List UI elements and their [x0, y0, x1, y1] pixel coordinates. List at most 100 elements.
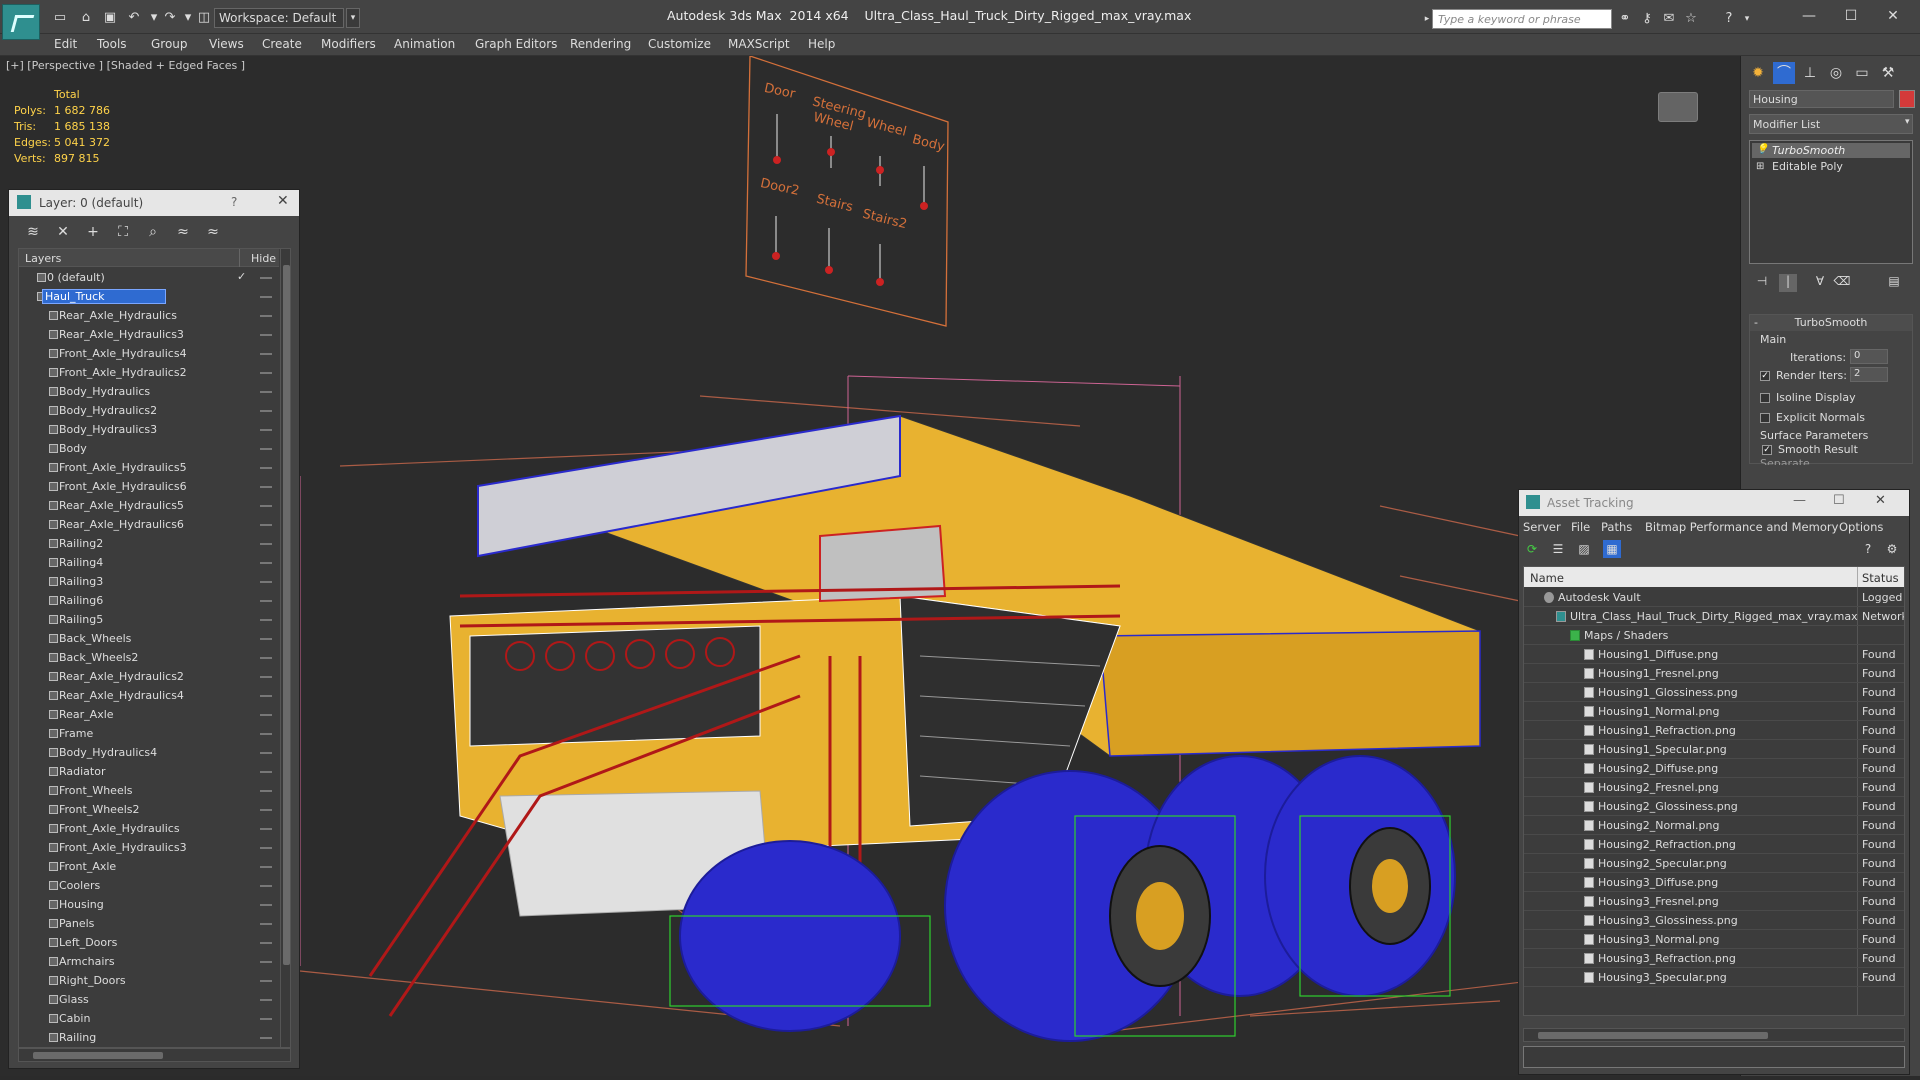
hide-toggle[interactable] — [260, 296, 272, 298]
asset-row[interactable]: Maps / Shaders — [1524, 626, 1904, 645]
menu-paths[interactable]: Paths — [1601, 520, 1632, 534]
object-color-swatch[interactable] — [1899, 90, 1915, 108]
menu-rendering[interactable]: Rendering — [570, 37, 631, 51]
menu-views[interactable]: Views — [209, 37, 244, 51]
hide-toggle[interactable] — [260, 999, 272, 1001]
hide-toggle[interactable] — [260, 581, 272, 583]
layer-row[interactable]: Front_Wheels — [19, 781, 279, 800]
layer-row[interactable]: Railing3 — [19, 572, 279, 591]
delete-layer-icon[interactable]: ✕ — [53, 222, 73, 242]
haul-truck-model[interactable] — [368, 414, 1481, 1042]
menu-tools[interactable]: Tools — [97, 37, 127, 51]
layer-row[interactable]: Front_Axle_Hydraulics6 — [19, 477, 279, 496]
hide-toggle[interactable] — [260, 847, 272, 849]
rollout-title[interactable]: - TurboSmooth — [1750, 315, 1912, 331]
hide-toggle[interactable] — [260, 391, 272, 393]
open-file-icon[interactable]: ⌂ — [76, 9, 96, 27]
layer-row[interactable]: Radiator — [19, 762, 279, 781]
pin-stack-icon[interactable]: ⊣ — [1753, 274, 1771, 292]
make-unique-icon[interactable]: ∀ — [1811, 274, 1829, 292]
layer-row[interactable]: Rear_Axle_Hydraulics3 — [19, 325, 279, 344]
hide-toggle[interactable] — [260, 429, 272, 431]
layer-row[interactable]: Front_Axle_Hydraulics5 — [19, 458, 279, 477]
asset-row[interactable]: Housing2_Fresnel.png Found — [1524, 778, 1904, 797]
menu-graph-editors[interactable]: Graph Editors — [475, 37, 557, 51]
layer-row[interactable]: Frame — [19, 724, 279, 743]
explicit-normals-checkbox[interactable] — [1760, 413, 1770, 423]
menu-options[interactable]: Options — [1839, 520, 1883, 534]
stack-item-turbosmooth[interactable]: 💡 TurboSmooth — [1752, 143, 1910, 158]
maximize-icon[interactable]: ☐ — [1828, 4, 1874, 28]
scrollbar-thumb[interactable] — [1538, 1032, 1768, 1039]
modify-tab-icon[interactable]: ⌒ — [1773, 62, 1795, 84]
hide-toggle[interactable] — [260, 695, 272, 697]
hide-toggle[interactable] — [260, 752, 272, 754]
hide-all-layers-icon[interactable]: ≈ — [173, 222, 193, 242]
help-icon[interactable]: ? — [1859, 540, 1877, 558]
layer-row[interactable]: Front_Axle_Hydraulics3 — [19, 838, 279, 857]
asset-row[interactable]: Housing1_Refraction.png Found — [1524, 721, 1904, 740]
hide-toggle[interactable] — [260, 961, 272, 963]
undo-icon[interactable]: ↶ — [124, 9, 144, 27]
hide-toggle[interactable] — [260, 866, 272, 868]
menu-help[interactable]: Help — [808, 37, 835, 51]
layer-row[interactable]: Rear_Axle_Hydraulics5 — [19, 496, 279, 515]
layer-row[interactable]: Armchairs — [19, 952, 279, 971]
layer-row[interactable]: Railing — [19, 1028, 279, 1047]
layer-row[interactable]: Left_Doors — [19, 933, 279, 952]
layer-row[interactable]: Back_Wheels2 — [19, 648, 279, 667]
layer-row[interactable]: Rear_Axle_Hydraulics6 — [19, 515, 279, 534]
hide-toggle[interactable] — [260, 714, 272, 716]
maximize-icon[interactable]: ☐ — [1833, 493, 1845, 508]
layer-row[interactable]: Right_Doors — [19, 971, 279, 990]
hide-toggle[interactable] — [260, 942, 272, 944]
hide-toggle[interactable] — [260, 315, 272, 317]
lightbulb-icon[interactable]: 💡 — [1756, 144, 1768, 155]
hide-toggle[interactable] — [260, 809, 272, 811]
hide-toggle[interactable] — [260, 372, 272, 374]
column-hide[interactable]: Hide — [251, 252, 276, 265]
object-name-field[interactable]: Housing — [1749, 90, 1894, 108]
hide-toggle[interactable] — [260, 619, 272, 621]
layer-row[interactable]: Front_Axle_Hydraulics — [19, 819, 279, 838]
layer-row[interactable]: Front_Wheels2 — [19, 800, 279, 819]
hide-toggle[interactable] — [260, 543, 272, 545]
asset-row[interactable]: Housing3_Fresnel.png Found — [1524, 892, 1904, 911]
asset-row[interactable]: Housing2_Normal.png Found — [1524, 816, 1904, 835]
hide-toggle[interactable] — [260, 771, 272, 773]
asset-row[interactable]: Autodesk Vault Logged O — [1524, 588, 1904, 607]
column-status[interactable]: Status — [1862, 571, 1899, 585]
configure-modifier-sets-icon[interactable]: ▤ — [1885, 274, 1903, 292]
chevron-down-icon[interactable]: ▾ — [346, 8, 360, 28]
layer-row[interactable]: Body_Hydraulics3 — [19, 420, 279, 439]
render-iters-spinner[interactable]: 2 — [1850, 367, 1888, 382]
hide-toggle[interactable] — [260, 600, 272, 602]
redo-icon[interactable]: ↷ — [160, 9, 180, 27]
asset-row[interactable]: Housing1_Specular.png Found — [1524, 740, 1904, 759]
help-dropdown-icon[interactable]: ▾ — [1738, 10, 1756, 28]
asset-row[interactable]: Housing2_Diffuse.png Found — [1524, 759, 1904, 778]
hide-toggle[interactable] — [260, 353, 272, 355]
layer-row[interactable]: Railing6 — [19, 591, 279, 610]
show-end-result-icon[interactable]: | — [1779, 274, 1797, 292]
asset-row[interactable]: Housing3_Diffuse.png Found — [1524, 873, 1904, 892]
favorites-star-icon[interactable]: ☆ — [1682, 10, 1700, 28]
table-view-icon[interactable]: ▦ — [1603, 540, 1621, 558]
layer-row[interactable]: Rear_Axle — [19, 705, 279, 724]
hide-toggle[interactable] — [260, 828, 272, 830]
hide-toggle[interactable] — [260, 277, 272, 279]
layer-row[interactable]: Coolers — [19, 876, 279, 895]
menu-create[interactable]: Create — [262, 37, 302, 51]
menu-customize[interactable]: Customize — [648, 37, 711, 51]
hide-toggle[interactable] — [260, 904, 272, 906]
layer-row[interactable]: Rear_Axle_Hydraulics — [19, 306, 279, 325]
asset-row[interactable]: Housing3_Normal.png Found — [1524, 930, 1904, 949]
hide-toggle[interactable] — [260, 1018, 272, 1020]
create-tab-icon[interactable]: ✹ — [1747, 62, 1769, 84]
layer-row[interactable]: Front_Axle_Hydraulics2 — [19, 363, 279, 382]
layer-row[interactable]: Body_Hydraulics — [19, 382, 279, 401]
layer-row[interactable]: Body_Hydraulics4 — [19, 743, 279, 762]
hide-toggle[interactable] — [260, 486, 272, 488]
asset-row[interactable]: Housing3_Refraction.png Found — [1524, 949, 1904, 968]
layer-row[interactable]: Front_Axle — [19, 857, 279, 876]
